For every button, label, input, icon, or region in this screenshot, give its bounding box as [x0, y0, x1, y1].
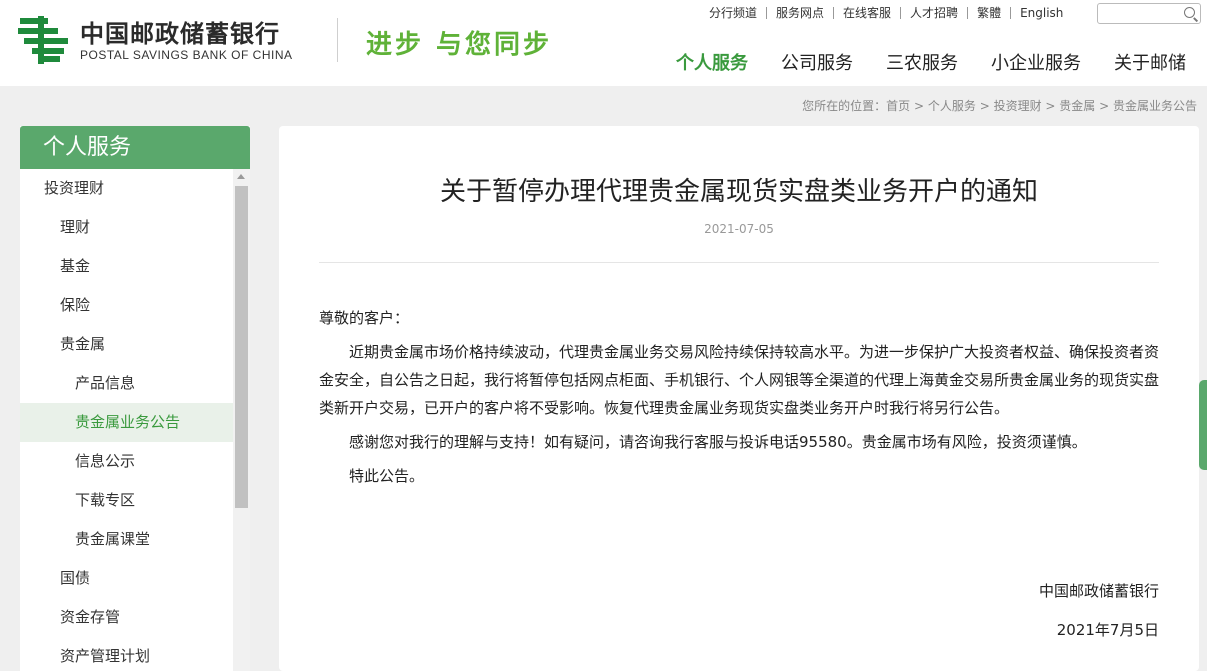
breadcrumb-current[interactable]: 贵金属业务公告 [1113, 99, 1197, 113]
article-paragraph: 感谢您对我行的理解与支持！如有疑问，请咨询我行客服与投诉电话95580。贵金属市… [349, 433, 1087, 451]
nav-small-business-services[interactable]: 小企业服务 [991, 49, 1081, 75]
sidebar-item-fund-custody[interactable]: 资金存管 [20, 598, 250, 637]
site-header: 中国邮政储蓄银行 POSTAL SAVINGS BANK OF CHINA 进步… [0, 0, 1207, 86]
article-divider [319, 262, 1159, 263]
sidebar-item-precious-metals[interactable]: 贵金属 [20, 325, 250, 364]
breadcrumb-separator: > [975, 99, 994, 113]
top-link-outlets[interactable]: 服务网点 [766, 7, 833, 19]
search-icon[interactable] [1184, 7, 1195, 18]
logo-chinese-name: 中国邮政储蓄银行 [80, 20, 280, 48]
sidebar-title: 个人服务 [20, 126, 250, 169]
sidebar-item-metal-announcements[interactable]: 贵金属业务公告 [20, 403, 250, 442]
breadcrumb-prefix: 您所在的位置： [802, 99, 887, 113]
breadcrumb: 您所在的位置：首页 > 个人服务 > 投资理财 > 贵金属 > 贵金属业务公告 [802, 97, 1197, 114]
sidebar-scrollbar-thumb[interactable] [235, 186, 248, 508]
breadcrumb-separator: > [1041, 99, 1060, 113]
breadcrumb-separator: > [910, 99, 928, 113]
breadcrumb-home[interactable]: 首页 [886, 99, 910, 113]
sidebar-item-disclosure[interactable]: 信息公示 [20, 442, 250, 481]
sidebar-item-metal-classroom[interactable]: 贵金属课堂 [20, 520, 250, 559]
nav-about-psbc[interactable]: 关于邮储 [1114, 49, 1186, 75]
main-nav: 个人服务 公司服务 三农服务 小企业服务 关于邮储 [676, 49, 1186, 75]
scroll-up-arrow-icon[interactable] [237, 174, 245, 179]
article-date: 2021-07-05 [704, 222, 774, 236]
sidebar-item-investment[interactable]: 投资理财 [20, 169, 250, 208]
article-salutation: 尊敬的客户： [319, 309, 410, 327]
nav-rural-services[interactable]: 三农服务 [886, 49, 958, 75]
breadcrumb-personal[interactable]: 个人服务 [928, 99, 976, 113]
article-signature-block: 中国邮政储蓄银行 2021年7月5日 [1039, 572, 1159, 650]
breadcrumb-separator: > [1095, 99, 1113, 113]
article-paragraph: 近期贵金属市场价格持续波动，代理贵金属业务交易风险持续保持较高水平。为进一步保护… [319, 343, 1160, 417]
sidebar: 个人服务 投资理财 理财 基金 保险 贵金属 产品信息 贵金属业务公告 信息公示… [20, 126, 250, 671]
slogan: 进步 与您同步 [366, 30, 553, 60]
top-links: 分行频道 服务网点 在线客服 人才招聘 繁體 English [700, 4, 1072, 22]
top-link-english[interactable]: English [1010, 7, 1072, 19]
top-link-online-service[interactable]: 在线客服 [833, 7, 900, 19]
floating-side-tab[interactable] [1199, 380, 1207, 470]
logo-english-name: POSTAL SAVINGS BANK OF CHINA [80, 48, 293, 62]
top-link-careers[interactable]: 人才招聘 [900, 7, 967, 19]
psbc-logo-icon[interactable] [18, 16, 70, 64]
article-sign-date: 2021年7月5日 [1056, 621, 1159, 639]
sidebar-item-wealth[interactable]: 理财 [20, 208, 250, 247]
sidebar-item-treasury-bonds[interactable]: 国债 [20, 559, 250, 598]
top-link-branch[interactable]: 分行频道 [700, 7, 766, 19]
article-signature: 中国邮政储蓄银行 [1038, 582, 1159, 600]
sidebar-item-insurance[interactable]: 保险 [20, 286, 250, 325]
article-panel: 关于暂停办理代理贵金属现货实盘类业务开户的通知 2021-07-05 尊敬的客户… [279, 126, 1199, 671]
nav-personal-services[interactable]: 个人服务 [676, 49, 748, 75]
sidebar-menu: 投资理财 理财 基金 保险 贵金属 产品信息 贵金属业务公告 信息公示 下载专区… [20, 169, 250, 671]
top-link-traditional-chinese[interactable]: 繁體 [967, 7, 1010, 19]
article-title: 关于暂停办理代理贵金属现货实盘类业务开户的通知 [439, 177, 1038, 207]
article-paragraph: 特此公告。 [349, 467, 425, 485]
sidebar-item-funds[interactable]: 基金 [20, 247, 250, 286]
sidebar-item-product-info[interactable]: 产品信息 [20, 364, 250, 403]
sidebar-item-asset-management[interactable]: 资产管理计划 [20, 637, 250, 671]
breadcrumb-investment[interactable]: 投资理财 [994, 99, 1042, 113]
article-body: 尊敬的客户： 近期贵金属市场价格持续波动，代理贵金属业务交易风险持续保持较高水平… [319, 304, 1161, 496]
nav-corporate-services[interactable]: 公司服务 [781, 49, 853, 75]
search-input[interactable] [1102, 5, 1184, 25]
sidebar-item-downloads[interactable]: 下载专区 [20, 481, 250, 520]
logo-divider [337, 18, 338, 62]
breadcrumb-precious-metals[interactable]: 贵金属 [1059, 99, 1095, 113]
search-box [1097, 3, 1201, 25]
